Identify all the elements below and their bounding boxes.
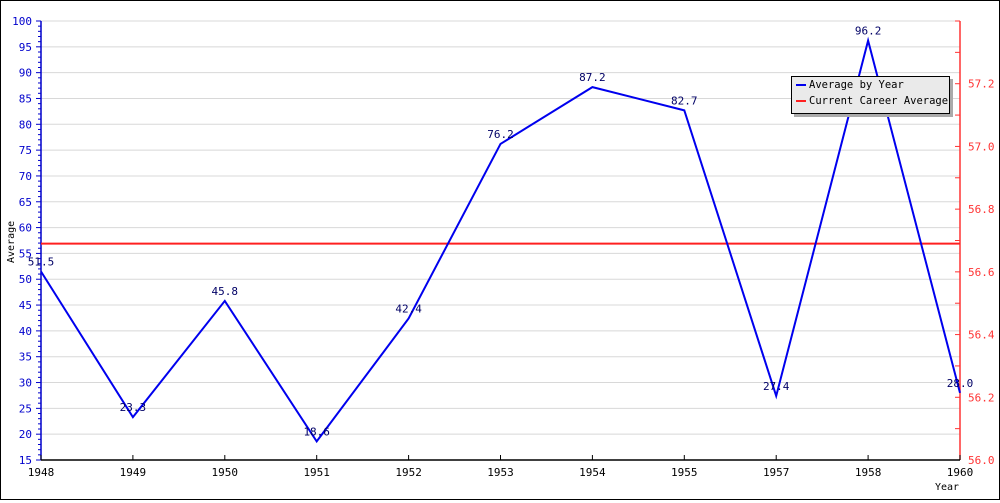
legend-swatch-blue — [796, 84, 806, 86]
data-label: 27.4 — [763, 380, 790, 393]
y-axis-title: Average — [6, 221, 17, 263]
left-tick-label: 70 — [19, 170, 32, 183]
x-tick-label: 1948 — [28, 466, 55, 479]
left-tick-label: 95 — [19, 41, 32, 54]
data-label: 82.7 — [671, 94, 698, 107]
right-tick-label: 57.2 — [968, 78, 995, 91]
right-tick-label: 56.8 — [968, 203, 995, 216]
x-tick-label: 1949 — [120, 466, 147, 479]
x-axis-title: Year — [935, 482, 959, 493]
left-tick-label: 90 — [19, 67, 32, 80]
left-tick-label: 25 — [19, 402, 32, 415]
x-tick-label: 1957 — [763, 466, 790, 479]
x-tick-label: 1951 — [303, 466, 330, 479]
right-tick-label: 56.6 — [968, 266, 995, 279]
x-tick-label: 1952 — [395, 466, 422, 479]
left-tick-label: 85 — [19, 92, 32, 105]
x-tick-label: 1953 — [487, 466, 514, 479]
left-tick-label: 75 — [19, 144, 32, 157]
left-tick-label: 60 — [19, 222, 32, 235]
left-tick-label: 20 — [19, 428, 32, 441]
left-tick-label: 100 — [12, 15, 32, 28]
right-tick-label: 56.2 — [968, 391, 995, 404]
data-label: 45.8 — [212, 285, 239, 298]
x-tick-label: 1960 — [947, 466, 974, 479]
data-label: 51.5 — [28, 255, 55, 268]
legend-label: Current Career Average — [809, 95, 948, 107]
x-tick-label: 1950 — [212, 466, 239, 479]
x-tick-label: 1955 — [671, 466, 698, 479]
left-tick-label: 40 — [19, 325, 32, 338]
data-label: 18.6 — [303, 425, 330, 438]
legend: Average by Year Current Career Average — [791, 76, 950, 114]
legend-swatch-red — [796, 100, 806, 102]
chart-container: 1520253035404550556065707580859095100 56… — [0, 0, 1000, 500]
left-tick-label: 80 — [19, 118, 32, 131]
data-label: 23.3 — [120, 401, 147, 414]
left-tick-label: 50 — [19, 273, 32, 286]
data-label: 28.0 — [947, 377, 974, 390]
x-axis: 1948 1949 1950 1951 1952 1953 1954 1955 1957 1958… — [28, 455, 974, 479]
legend-label: Average by Year — [809, 79, 904, 91]
left-tick-label: 30 — [19, 377, 32, 390]
legend-item-average-by-year: Average by Year — [792, 77, 949, 93]
left-tick-label: 35 — [19, 351, 32, 364]
right-tick-label: 57.0 — [968, 140, 995, 153]
right-axis: 56.056.256.456.656.857.057.2 — [955, 21, 995, 467]
x-tick-label: 1954 — [579, 466, 606, 479]
left-tick-label: 45 — [19, 299, 32, 312]
data-label: 42.4 — [395, 302, 422, 315]
right-tick-label: 56.4 — [968, 329, 995, 342]
left-tick-label: 65 — [19, 196, 32, 209]
data-label: 87.2 — [579, 71, 606, 84]
data-label: 96.2 — [855, 25, 882, 38]
data-label: 76.2 — [487, 128, 514, 141]
x-tick-label: 1958 — [855, 466, 882, 479]
legend-item-career-average: Current Career Average — [792, 93, 949, 109]
